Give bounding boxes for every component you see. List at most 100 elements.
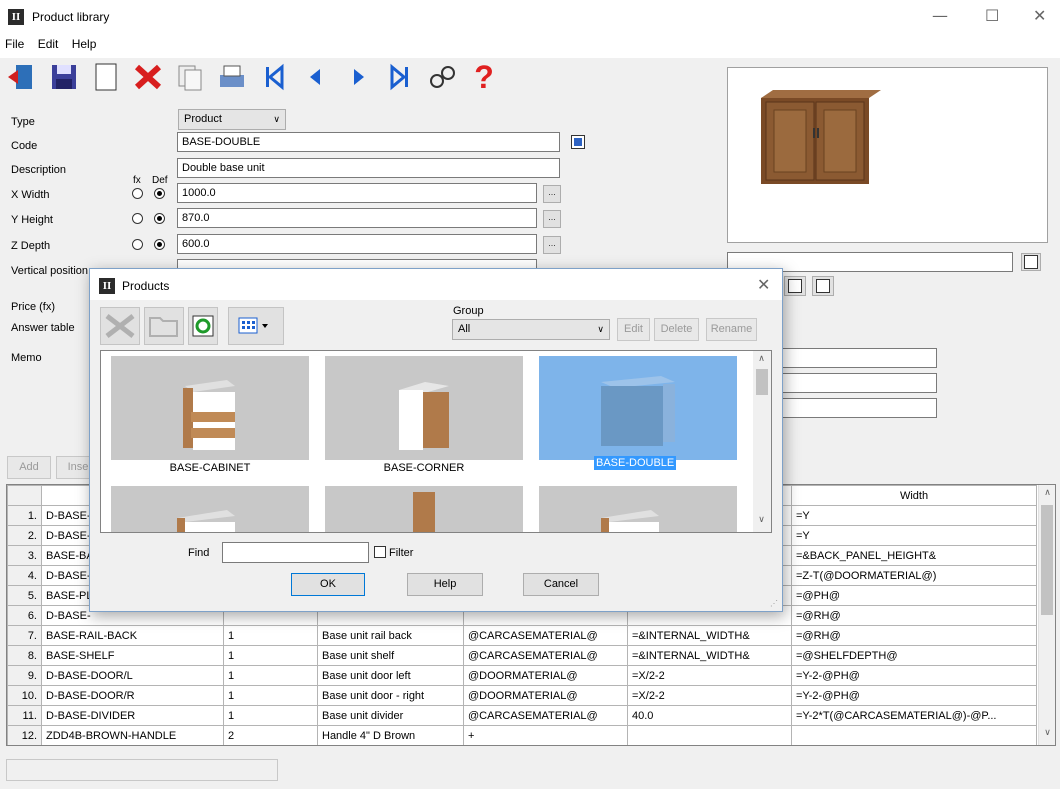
ok-button[interactable]: OK (291, 573, 365, 596)
product-thumb-base-double[interactable] (539, 356, 737, 460)
menu-file[interactable]: File (5, 37, 24, 51)
next-record-icon[interactable] (339, 58, 377, 96)
cell-width[interactable]: =Y-2-@PH@ (791, 685, 1037, 706)
cell-width[interactable] (791, 725, 1037, 745)
add-button[interactable]: Add (7, 456, 51, 479)
yheight-browse-button[interactable]: ... (543, 210, 561, 228)
save-icon[interactable] (45, 58, 83, 96)
cell-width[interactable]: =Z-T(@DOORMATERIAL@) (791, 565, 1037, 586)
cell-length[interactable]: =&INTERNAL_WIDTH& (627, 645, 792, 666)
scroll-up-icon[interactable]: ∧ (1039, 487, 1055, 498)
minimize-button[interactable]: — (932, 6, 948, 25)
first-record-icon[interactable] (255, 58, 293, 96)
copy-icon[interactable] (171, 58, 209, 96)
cell-qty[interactable]: 1 (223, 625, 318, 646)
cell-width[interactable]: =@PH@ (791, 585, 1037, 606)
cell-code[interactable]: ZDD4B-BROWN-HANDLE (41, 725, 224, 745)
zdepth-browse-button[interactable]: ... (543, 236, 561, 254)
table-row[interactable]: 8. BASE-SHELF 1 Base unit shelf @CARCASEMATE… (7, 645, 1037, 666)
cell-qty[interactable]: 2 (223, 725, 318, 745)
cancel-button[interactable]: Cancel (523, 573, 599, 596)
table-row[interactable]: 9. D-BASE-DOOR/L 1 Base unit door left @DOOR… (7, 665, 1037, 686)
cell-qty[interactable]: 1 (223, 645, 318, 666)
cell-code[interactable]: D-BASE-DOOR/L (41, 665, 224, 686)
cell-qty[interactable]: 1 (223, 705, 318, 726)
print-icon[interactable] (213, 58, 251, 96)
zdepth-field[interactable]: 600.0 (177, 234, 537, 254)
product-thumb-row2-2[interactable] (325, 486, 523, 532)
cell-width[interactable]: =Y-2*T(@CARCASEMATERIAL@)-@P... (791, 705, 1037, 726)
dialog-view-button[interactable] (228, 307, 284, 345)
close-button[interactable]: ✕ (1033, 6, 1046, 25)
find-icon[interactable] (423, 58, 461, 96)
cell-material[interactable]: @DOORMATERIAL@ (463, 685, 628, 706)
previous-record-icon[interactable] (297, 58, 335, 96)
cell-material[interactable]: @CARCASEMATERIAL@ (463, 645, 628, 666)
cell-qty[interactable]: 1 (223, 665, 318, 686)
cell-length[interactable]: =X/2-2 (627, 665, 792, 686)
product-thumb-base-cabinet[interactable] (111, 356, 309, 460)
cell-width[interactable]: =@SHELFDEPTH@ (791, 645, 1037, 666)
type-select[interactable]: Product ∨ (178, 109, 286, 130)
group-rename-button[interactable]: Rename (706, 318, 757, 341)
scroll-up-icon[interactable]: ∧ (753, 353, 770, 364)
cell-width[interactable]: =&BACK_PANEL_HEIGHT& (791, 545, 1037, 566)
help-button[interactable]: Help (407, 573, 483, 596)
cell-width[interactable]: =@RH@ (791, 605, 1037, 626)
filter-checkbox[interactable] (374, 546, 386, 558)
cell-material[interactable]: @CARCASEMATERIAL@ (463, 705, 628, 726)
yheight-field[interactable]: 870.0 (177, 208, 537, 228)
description-field[interactable]: Double base unit (177, 158, 560, 178)
product-caption[interactable]: BASE-CORNER (325, 462, 523, 474)
delete-icon[interactable] (129, 58, 167, 96)
dialog-close-button[interactable]: ✕ (757, 275, 770, 294)
preview-picker-button[interactable] (1021, 253, 1041, 271)
code-field[interactable]: BASE-DOUBLE (177, 132, 560, 152)
cell-width[interactable]: =Y (791, 525, 1037, 546)
cell-width[interactable]: =Y-2-@PH@ (791, 665, 1037, 686)
memo-field-1[interactable] (782, 348, 937, 368)
cell-description[interactable]: Handle 4" D Brown (317, 725, 464, 745)
maximize-button[interactable]: ☐ (985, 6, 999, 25)
menu-help[interactable]: Help (72, 37, 97, 51)
cell-length[interactable]: 40.0 (627, 705, 792, 726)
cell-length[interactable]: =X/2-2 (627, 685, 792, 706)
xwidth-fx-radio[interactable] (132, 188, 143, 199)
gallery-scroll-thumb[interactable] (756, 369, 768, 395)
header-width[interactable]: Width (791, 485, 1037, 506)
product-thumb-row2-1[interactable] (111, 486, 309, 532)
find-input[interactable] (222, 542, 369, 563)
exit-icon[interactable] (3, 58, 41, 96)
xwidth-field[interactable]: 1000.0 (177, 183, 537, 203)
memo-field-2[interactable] (782, 373, 937, 393)
cell-material[interactable]: @DOORMATERIAL@ (463, 665, 628, 686)
scroll-down-icon[interactable]: ∨ (1039, 727, 1055, 738)
gallery-scrollbar[interactable]: ∧ ∨ (753, 351, 771, 532)
xwidth-def-radio[interactable] (154, 188, 165, 199)
scroll-thumb[interactable] (1041, 505, 1053, 615)
group-delete-button[interactable]: Delete (654, 318, 699, 341)
product-thumb-base-corner[interactable] (325, 356, 523, 460)
cell-description[interactable]: Base unit divider (317, 705, 464, 726)
cell-code[interactable]: BASE-RAIL-BACK (41, 625, 224, 646)
table-row[interactable]: 10. D-BASE-DOOR/R 1 Base unit door - right @… (7, 685, 1037, 706)
dialog-refresh-button[interactable] (188, 307, 218, 345)
new-icon[interactable] (87, 58, 125, 96)
zdepth-fx-radio[interactable] (132, 239, 143, 250)
cell-code[interactable]: BASE-SHELF (41, 645, 224, 666)
cell-width[interactable]: =@RH@ (791, 625, 1037, 646)
cell-description[interactable]: Base unit door - right (317, 685, 464, 706)
dialog-tools-button[interactable] (100, 307, 140, 345)
table-row[interactable]: 12. ZDD4B-BROWN-HANDLE 2 Handle 4" D Brown + (7, 725, 1037, 745)
table-row[interactable]: 11. D-BASE-DIVIDER 1 Base unit divider @CARC… (7, 705, 1037, 726)
view-3d-button-2[interactable] (812, 276, 834, 296)
product-caption-selected[interactable]: BASE-DOUBLE (594, 456, 677, 470)
cell-length[interactable] (627, 725, 792, 745)
memo-field-3[interactable] (782, 398, 937, 418)
yheight-def-radio[interactable] (154, 213, 165, 224)
code-picker-icon[interactable] (571, 135, 585, 149)
cell-description[interactable]: Base unit rail back (317, 625, 464, 646)
view-3d-button-1[interactable] (784, 276, 806, 296)
cell-material[interactable]: + (463, 725, 628, 745)
resize-grip-icon[interactable]: ⋰ (770, 599, 778, 608)
